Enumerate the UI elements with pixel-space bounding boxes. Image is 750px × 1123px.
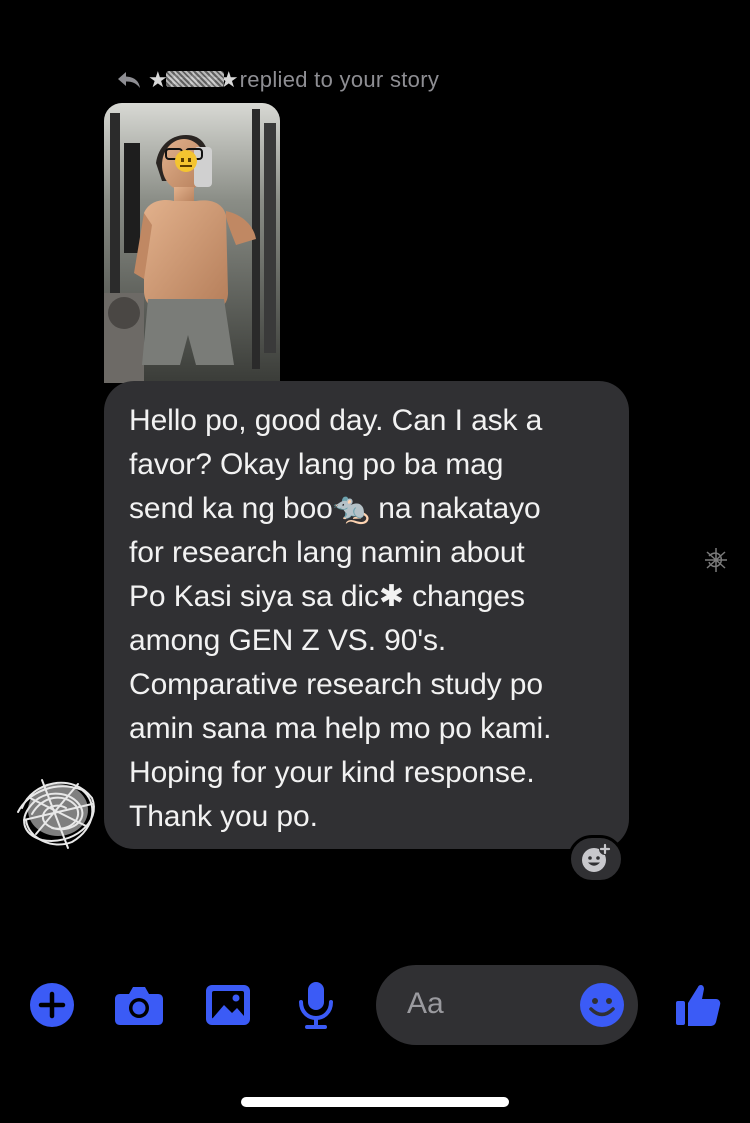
redacted-name: ★★★★★ xyxy=(148,67,239,92)
message-line: favor? Okay lang po ba mag xyxy=(129,448,504,481)
message-line: Hoping for your kind response. xyxy=(129,756,535,789)
emoji-button[interactable] xyxy=(579,982,625,1028)
microphone-button[interactable] xyxy=(291,980,341,1030)
home-indicator[interactable] xyxy=(241,1097,509,1107)
reply-header: ★★★★★ replied to your story xyxy=(116,64,439,96)
gallery-icon xyxy=(206,985,250,1025)
message-line: Thank you po. xyxy=(129,800,318,833)
story-photo xyxy=(104,103,280,383)
microphone-icon xyxy=(299,982,333,1029)
reply-header-text: replied to your story xyxy=(239,67,440,92)
message-line: Hello po, good day. Can I ask a xyxy=(129,404,543,437)
emoji-icon xyxy=(580,983,624,1027)
message-bubble[interactable]: Hello po, good day. Can I ask a favor? O… xyxy=(104,381,629,849)
composer-bar: Aa xyxy=(0,962,750,1048)
sender-avatar[interactable] xyxy=(12,762,104,854)
message-line: among GEN Z VS. 90's. xyxy=(129,624,447,657)
like-button[interactable] xyxy=(673,980,723,1030)
avatar-scribble xyxy=(17,779,95,849)
add-button[interactable] xyxy=(27,980,77,1030)
message-line: Comparative research study po xyxy=(129,668,543,701)
thumbs-up-icon xyxy=(676,984,721,1026)
message-input[interactable]: Aa xyxy=(376,965,638,1045)
add-reaction-icon xyxy=(582,843,611,872)
add-reaction-button[interactable] xyxy=(568,835,624,883)
camera-button[interactable] xyxy=(114,980,164,1030)
message-line: for research lang namin about xyxy=(129,536,525,569)
message-line: send ka ng boo🐀 na nakatayo xyxy=(129,492,541,525)
message-line: Po Kasi siya sa dic✱ changes xyxy=(129,580,525,613)
camera-icon xyxy=(115,987,163,1025)
gallery-button[interactable] xyxy=(203,980,253,1030)
story-thumbnail[interactable] xyxy=(104,103,280,383)
reply-arrow-icon xyxy=(116,70,142,90)
plus-icon xyxy=(30,983,74,1027)
message-line: amin sana ma help mo po kami. xyxy=(129,712,552,745)
message-input-placeholder: Aa xyxy=(407,987,444,1020)
scribble-mark xyxy=(703,546,729,574)
